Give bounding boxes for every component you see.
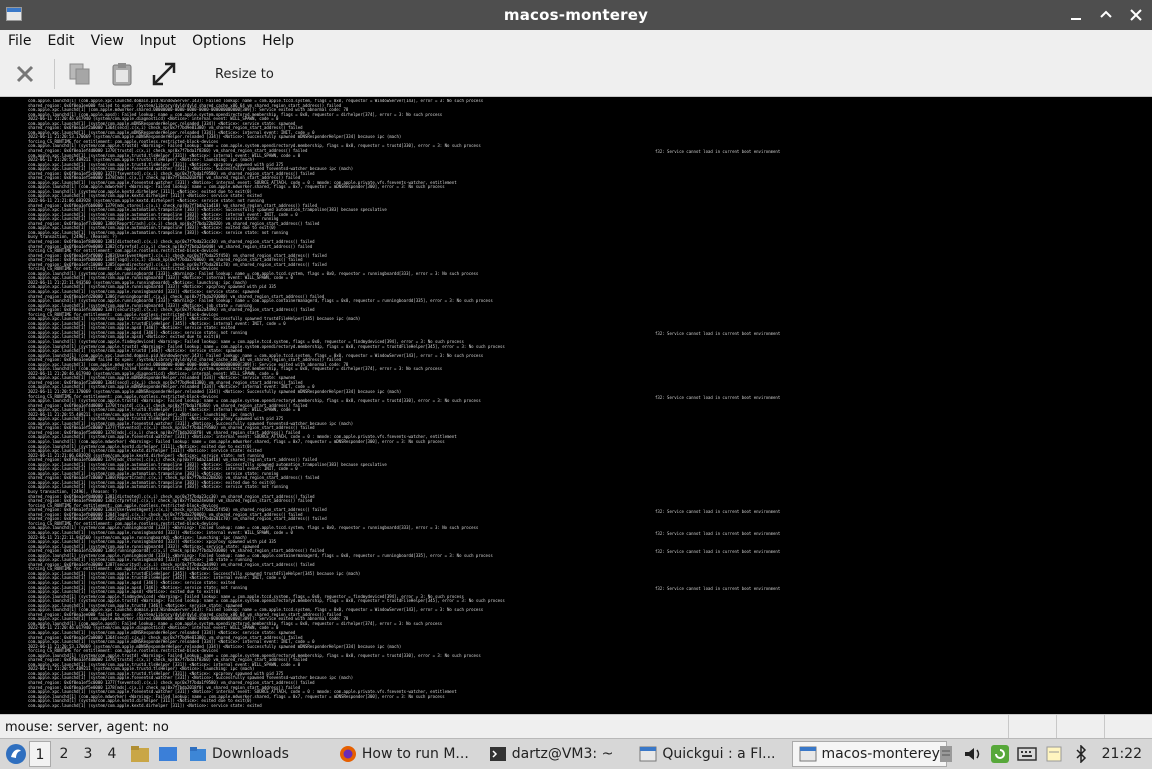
close-icon[interactable] xyxy=(8,57,42,91)
task-label: dartz@VM3: ~ xyxy=(511,746,614,762)
file-manager-icon[interactable] xyxy=(129,743,151,765)
vm-console[interactable]: com.apple.launchd[1] (com.apple.xpc.laun… xyxy=(0,97,1152,714)
clipboard-tray-icon[interactable] xyxy=(936,744,956,764)
window-icon xyxy=(799,746,816,762)
statusbar: mouse: server, agent: no xyxy=(0,714,1152,739)
task-label: Downloads xyxy=(212,746,289,762)
folder-icon xyxy=(190,747,206,761)
status-cell xyxy=(1008,715,1056,739)
console-log: com.apple.launchd[1] (com.apple.xpc.laun… xyxy=(28,99,788,708)
keyboard-icon[interactable] xyxy=(1016,744,1037,764)
menu-edit[interactable]: Edit xyxy=(39,30,82,52)
start-menu-icon[interactable] xyxy=(5,743,27,765)
close-window-icon[interactable] xyxy=(1126,5,1146,25)
workspace-4[interactable]: 4 xyxy=(101,741,123,767)
fullscreen-icon[interactable] xyxy=(147,57,181,91)
workspace-2[interactable]: 2 xyxy=(53,741,75,767)
workspace-3[interactable]: 3 xyxy=(77,741,99,767)
menu-file[interactable]: File xyxy=(0,30,39,52)
menu-view[interactable]: View xyxy=(83,30,132,52)
clock: 21:22 xyxy=(1101,746,1142,762)
console-note: f32: Service cannot load in current boot… xyxy=(655,585,781,591)
toolbar: Resize to xyxy=(0,52,1152,97)
console-note: f32: Service cannot load in current boot… xyxy=(655,331,781,337)
task-terminal[interactable]: dartz@VM3: ~ xyxy=(483,741,620,767)
app-window-icon xyxy=(6,7,22,21)
status-cell xyxy=(1056,715,1104,739)
volume-icon[interactable] xyxy=(963,744,983,764)
status-text: mouse: server, agent: no xyxy=(5,719,169,735)
window-titlebar[interactable]: macos-monterey xyxy=(0,0,1152,30)
toolbar-divider xyxy=(54,59,55,89)
console-note: f32: Service cannot load in current boot… xyxy=(655,149,781,155)
terminal-icon xyxy=(489,747,506,761)
window-icon xyxy=(639,746,657,762)
menu-options[interactable]: Options xyxy=(184,30,254,52)
update-manager-icon[interactable] xyxy=(990,744,1010,764)
task-label: How to run M... xyxy=(361,746,469,762)
task-label: Quickgui : a Fl... xyxy=(662,746,776,762)
console-note: f32: Service cannot load in current boot… xyxy=(655,531,781,537)
console-note: f32: Service cannot load in current boot… xyxy=(655,394,781,400)
notes-icon[interactable] xyxy=(1044,744,1064,764)
console-note: f32: Service cannot load in current boot… xyxy=(655,508,781,514)
menu-help[interactable]: Help xyxy=(254,30,302,52)
paste-icon[interactable] xyxy=(105,57,139,91)
show-desktop-icon[interactable] xyxy=(157,743,179,765)
taskbar: 1 2 3 4 Downloads How to run M... dartz@… xyxy=(0,738,1152,769)
console-line: com.apple.xpc.launchd[1] (system/com.app… xyxy=(28,702,262,708)
task-macos-monterey[interactable]: macos-monterey xyxy=(791,741,947,767)
system-tray: 21:22 xyxy=(936,739,1152,769)
status-cell xyxy=(1104,715,1152,739)
maximize-icon[interactable] xyxy=(1096,5,1116,25)
resize-to-button[interactable]: Resize to xyxy=(215,67,274,82)
menu-input[interactable]: Input xyxy=(132,30,184,52)
task-downloads[interactable]: Downloads xyxy=(183,741,295,767)
bluetooth-icon[interactable] xyxy=(1071,744,1091,764)
window-title: macos-monterey xyxy=(503,6,649,24)
task-quickgui[interactable]: Quickgui : a Fl... xyxy=(633,741,781,767)
firefox-icon xyxy=(339,746,356,762)
task-label: macos-monterey xyxy=(821,746,940,762)
menubar: File Edit View Input Options Help xyxy=(0,30,1152,52)
workspace-1[interactable]: 1 xyxy=(29,741,51,767)
copy-icon[interactable] xyxy=(63,57,97,91)
task-firefox[interactable]: How to run M... xyxy=(333,741,475,767)
minimize-icon[interactable] xyxy=(1066,5,1086,25)
console-note: f32: Service cannot load in current boot… xyxy=(655,549,781,555)
